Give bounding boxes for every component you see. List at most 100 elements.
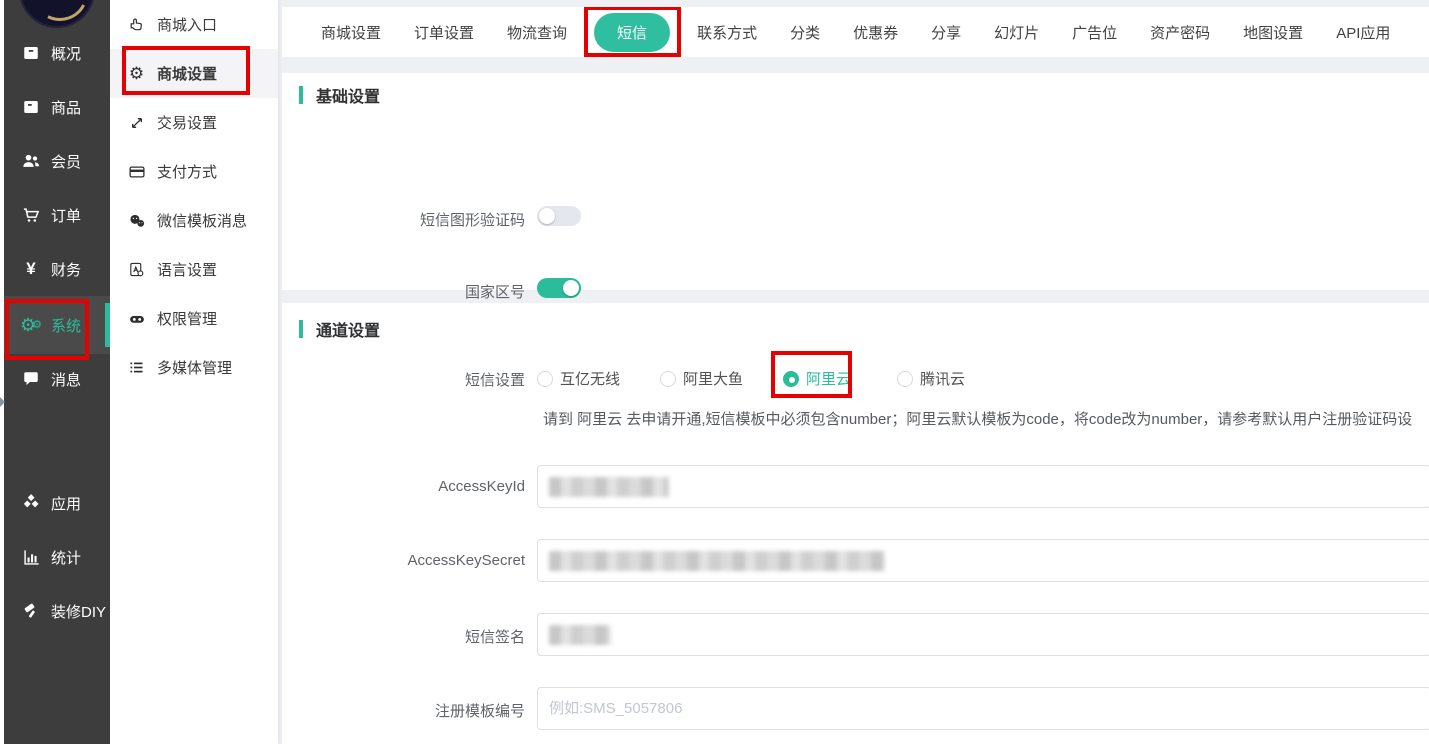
- admin-sms-settings-page: { "app": { "accent_green": "#2bbd9b", "a…: [0, 0, 1429, 744]
- radio-aliyun-selected[interactable]: 阿里云: [783, 368, 851, 389]
- masked-value: [549, 477, 669, 497]
- radio-ali-dayu[interactable]: 阿里大鱼: [660, 368, 743, 389]
- submenu-item-trade-settings[interactable]: 交易设置: [110, 98, 278, 147]
- country-code-label: 国家区号: [282, 281, 525, 302]
- gears-icon: ⚙⚙: [20, 316, 42, 334]
- register-template-input[interactable]: [538, 687, 1429, 730]
- overview-box-icon: [20, 44, 42, 62]
- submenu-item-label: 商城设置: [157, 63, 217, 84]
- sidebar-item-label: 概况: [51, 43, 81, 64]
- chat-bubble-icon: [20, 370, 42, 388]
- submenu-item-mall-settings[interactable]: ⚙ 商城设置: [110, 49, 278, 98]
- system-submenu: 商城入口 ⚙ 商城设置 交易设置 支付方式 微信模板消息 语言设置 权限管理: [110, 0, 278, 744]
- tab-coupon[interactable]: 优惠券: [853, 22, 898, 43]
- tab-sms-active[interactable]: 短信: [594, 13, 670, 52]
- wechat-icon: [127, 212, 146, 230]
- radio-huyi-wireless[interactable]: 互亿无线: [537, 368, 620, 389]
- accesskeysecret-input[interactable]: [537, 539, 1429, 582]
- submenu-item-mall-entry[interactable]: 商城入口: [110, 0, 278, 49]
- masked-value: [549, 625, 611, 645]
- radio-label: 阿里大鱼: [683, 368, 743, 389]
- main-sidebar: 概况 商品 会员 订单 ¥ 财务 ⚙⚙ 系统 消息: [4, 0, 110, 744]
- tab-asset-password[interactable]: 资产密码: [1150, 22, 1210, 43]
- basic-section-header: 基础设置: [299, 83, 380, 107]
- panel-collapse-arrow-icon[interactable]: [0, 397, 5, 407]
- active-indicator-bar: [105, 303, 110, 347]
- sidebar-item-orders[interactable]: 订单: [4, 190, 110, 240]
- sidebar-item-label: 系统: [51, 315, 81, 336]
- site-logo[interactable]: [19, 0, 95, 28]
- radio-circle-checked: [783, 371, 799, 387]
- left-edge-strip: [0, 0, 4, 744]
- trade-arrows-icon: [127, 115, 146, 131]
- tab-logistics-query[interactable]: 物流查询: [507, 22, 567, 43]
- sms-captcha-toggle[interactable]: [537, 206, 581, 226]
- sidebar-item-label: 应用: [51, 493, 81, 514]
- submenu-item-label: 支付方式: [157, 161, 217, 182]
- toggle-knob: [539, 208, 555, 224]
- hammer-icon: [20, 602, 42, 621]
- bar-chart-icon: [20, 548, 42, 567]
- submenu-item-label: 微信模板消息: [157, 210, 247, 231]
- channel-section-header: 通道设置: [299, 317, 380, 341]
- tab-category[interactable]: 分类: [790, 22, 820, 43]
- goods-box-icon: [20, 98, 42, 116]
- sms-signature-input[interactable]: [537, 613, 1429, 656]
- cart-icon: [20, 205, 42, 225]
- sidebar-item-diy[interactable]: 装修DIY: [4, 586, 110, 636]
- media-list-icon: [127, 359, 146, 376]
- tab-order-settings[interactable]: 订单设置: [414, 22, 474, 43]
- sms-signature-label: 短信签名: [282, 626, 525, 647]
- bank-card-icon: [127, 163, 146, 181]
- sidebar-item-label: 消息: [51, 369, 81, 390]
- members-icon: [20, 151, 42, 171]
- submenu-item-label: 语言设置: [157, 259, 217, 280]
- sidebar-item-overview[interactable]: 概况: [4, 28, 110, 78]
- submenu-item-label: 商城入口: [157, 14, 217, 35]
- submenu-item-language-settings[interactable]: 语言设置: [110, 245, 278, 294]
- gear-icon: ⚙: [127, 64, 146, 84]
- sidebar-item-stats[interactable]: 统计: [4, 532, 110, 582]
- submenu-item-payment-methods[interactable]: 支付方式: [110, 147, 278, 196]
- sidebar-item-label: 商品: [51, 97, 81, 118]
- radio-tencent-cloud[interactable]: 腾讯云: [897, 368, 965, 389]
- sidebar-item-messages[interactable]: 消息: [4, 354, 110, 404]
- toggle-knob: [563, 280, 579, 296]
- submenu-item-permission[interactable]: 权限管理: [110, 294, 278, 343]
- tab-map-settings[interactable]: 地图设置: [1243, 22, 1303, 43]
- register-template-label: 注册模板编号: [282, 700, 525, 721]
- accesskeyid-input[interactable]: [537, 465, 1429, 508]
- submenu-item-label: 交易设置: [157, 112, 217, 133]
- sidebar-item-goods[interactable]: 商品: [4, 82, 110, 132]
- sidebar-item-members[interactable]: 会员: [4, 136, 110, 186]
- tab-contact[interactable]: 联系方式: [697, 22, 757, 43]
- sidebar-item-system[interactable]: ⚙⚙ 系统: [4, 296, 110, 354]
- sidebar-item-label: 会员: [51, 151, 81, 172]
- section-accent-bar: [299, 86, 303, 104]
- submenu-item-wechat-template[interactable]: 微信模板消息: [110, 196, 278, 245]
- permission-icon: [127, 310, 146, 328]
- channel-settings-card: 通道设置 短信设置 互亿无线 阿里大鱼 阿里云 腾讯云 请到 阿里云 去申请开通…: [282, 303, 1429, 744]
- section-title: 基础设置: [316, 83, 380, 107]
- country-code-toggle[interactable]: [537, 278, 581, 298]
- submenu-item-media[interactable]: 多媒体管理: [110, 343, 278, 392]
- sidebar-item-label: 装修DIY: [51, 601, 106, 622]
- tab-api-app[interactable]: API应用: [1336, 22, 1390, 43]
- tab-slideshow[interactable]: 幻灯片: [994, 22, 1039, 43]
- tab-share[interactable]: 分享: [931, 22, 961, 43]
- cubes-icon: [20, 493, 42, 513]
- tab-mall-settings[interactable]: 商城设置: [321, 22, 381, 43]
- sms-setting-label: 短信设置: [282, 369, 525, 390]
- language-icon: [127, 261, 146, 278]
- sidebar-item-label: 财务: [51, 259, 81, 280]
- masked-value: [549, 551, 885, 571]
- sidebar-item-label: 统计: [51, 547, 81, 568]
- tab-ad-slot[interactable]: 广告位: [1072, 22, 1117, 43]
- sidebar-item-apps[interactable]: 应用: [4, 478, 110, 528]
- sidebar-item-label: 订单: [51, 205, 81, 226]
- radio-circle: [660, 371, 676, 387]
- logo-gold-arc: [25, 0, 95, 28]
- sidebar-item-finance[interactable]: ¥ 财务: [4, 244, 110, 294]
- radio-label: 阿里云: [806, 368, 851, 389]
- register-template-input-box: [537, 687, 1429, 730]
